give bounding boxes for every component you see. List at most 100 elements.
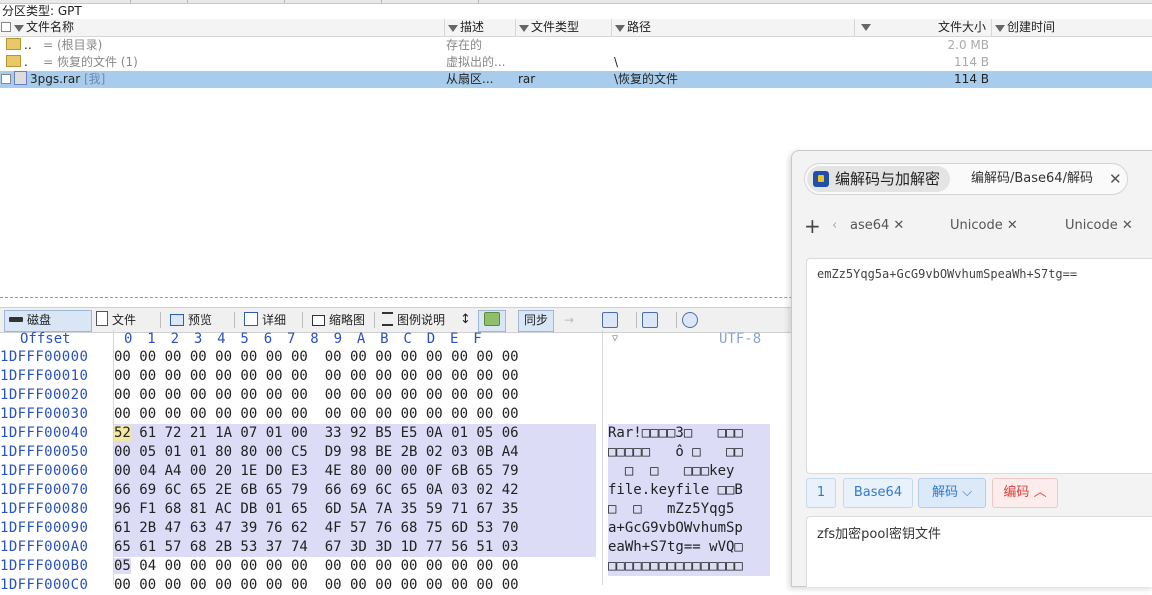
option-1-button[interactable]: 1 [806, 478, 836, 508]
panel-title: 编解码与加解密 [835, 170, 941, 188]
input-textarea[interactable]: emZz5Yqg5a+GcG9vbOWvhumSpeaWh+S7tg== [806, 258, 1152, 474]
file-name: . [24, 55, 28, 69]
row-checkbox[interactable] [1, 74, 11, 84]
hex-row[interactable]: 1DFFF00070 66 69 6C 65 2E 6B 65 79 66 69 … [0, 481, 800, 500]
hex-offset: 1DFFF00000 [0, 349, 89, 365]
col-header-size[interactable]: 文件大小 [855, 19, 992, 36]
decode-label: 解码 [931, 485, 958, 500]
cursor-byte[interactable]: 52 [114, 425, 131, 441]
toolbar-separator [374, 312, 375, 328]
filter-icon[interactable] [14, 25, 24, 32]
settings-grid-icon[interactable] [642, 312, 658, 328]
sort-arrows-icon[interactable]: ↕ [456, 310, 475, 330]
sub-tab-base64[interactable]: ase64 ✕ [850, 213, 904, 239]
detail-button[interactable]: 详细 [240, 310, 290, 330]
close-icon[interactable]: ✕ [893, 218, 904, 233]
close-icon[interactable]: ✕ [1007, 218, 1018, 233]
hex-row[interactable]: 1DFFF00050 00 05 01 01 80 80 00 C5 D9 98 … [0, 443, 800, 462]
hex-bytes[interactable]: 66 69 6C 65 2E 6B 65 79 66 69 6C 65 0A 0… [114, 481, 596, 500]
hex-bytes[interactable]: 65 61 57 68 2B 53 37 74 67 3D 3D 1D 77 5… [114, 538, 596, 557]
top-tab[interactable] [382, 0, 479, 3]
binoculars-icon[interactable] [602, 312, 618, 328]
decode-button[interactable]: 解码 ⌵ [918, 478, 986, 508]
close-icon[interactable]: ✕ [1122, 218, 1133, 233]
sync-icon-button[interactable] [478, 310, 506, 332]
base64-label: Base64 [853, 485, 903, 500]
hex-text[interactable]: Rar!□□□□3□ □□□ [608, 424, 770, 443]
col-header-desc[interactable]: 描述 [445, 19, 516, 36]
hex-row[interactable]: 1DFFF000A0 65 61 57 68 2B 53 37 74 67 3D … [0, 538, 800, 557]
tab-base64-decode[interactable]: 编解码/Base64/解码 [971, 164, 1093, 194]
chevron-left-icon[interactable]: ‹ [832, 213, 837, 239]
select-all-checkbox[interactable] [1, 22, 11, 32]
action-buttons: 1 Base64 解码 ⌵ 编码 ︿ [806, 478, 1152, 508]
hex-row[interactable]: 1DFFF00030 00 00 00 00 00 00 00 00 00 00 … [0, 405, 800, 424]
encode-button[interactable]: 编码 ︿ [992, 478, 1058, 508]
hex-bytes[interactable]: 00 04 A4 00 20 1E D0 E3 4E 80 00 00 0F 6… [114, 462, 596, 481]
hex-row[interactable]: 1DFFF00020 00 00 00 00 00 00 00 00 00 00 … [0, 386, 800, 405]
filter-icon[interactable] [995, 25, 1005, 32]
encoding-dropdown-icon[interactable]: ▽ [612, 330, 618, 348]
hex-bytes[interactable]: 00 05 01 01 80 80 00 C5 D9 98 BE 2B 02 0… [114, 443, 596, 462]
hex-bytes[interactable]: 52 61 72 21 1A 07 01 00 33 92 B5 E5 0A 0… [114, 424, 596, 443]
sub-tab-unicode-2[interactable]: Unicode ✕ [1065, 213, 1133, 239]
forward-arrow-icon[interactable]: → [560, 310, 578, 330]
top-tab[interactable] [131, 0, 188, 3]
sync-button[interactable]: 同步 [518, 310, 554, 332]
hex-row[interactable]: 1DFFF00010 00 00 00 00 00 00 00 00 00 00 … [0, 367, 800, 386]
hex-bytes[interactable]: 61 2B 47 63 47 39 76 62 4F 57 76 68 75 6… [114, 519, 596, 538]
file-size: 2.0 MB [947, 38, 989, 52]
target-icon[interactable] [682, 312, 698, 328]
hex-text[interactable]: □□□□□ ô □ □□ [608, 443, 770, 462]
top-tab[interactable] [285, 0, 382, 3]
file-view-button[interactable]: 文件 [92, 310, 140, 330]
legend-button[interactable]: 图例说明 [378, 310, 449, 330]
filter-icon[interactable] [448, 25, 458, 32]
table-row-selected[interactable]: 3pgs.rar [我] 从扇区... rar \恢复的文件 114 B [0, 71, 1152, 88]
hex-bytes[interactable]: 00 00 00 00 00 00 00 00 00 00 00 00 00 0… [114, 367, 596, 386]
filter-icon[interactable] [861, 24, 871, 31]
hex-bytes[interactable]: 00 00 00 00 00 00 00 00 00 00 00 00 00 0… [114, 576, 596, 595]
hex-text[interactable]: □ □ □□□key [608, 462, 770, 481]
sub-tab-label: Unicode [1065, 218, 1118, 233]
tab-codec-crypto[interactable]: 编解码与加解密 [807, 166, 951, 192]
hex-row[interactable]: 1DFFF00000 00 00 00 00 00 00 00 00 00 00 … [0, 348, 800, 367]
hex-row[interactable]: 1DFFF00090 61 2B 47 63 47 39 76 62 4F 57 … [0, 519, 800, 538]
hex-text[interactable]: file.keyfile □□B [608, 481, 770, 500]
encoding-label[interactable]: UTF-8 [719, 330, 761, 348]
col-header-type[interactable]: 文件类型 [516, 19, 612, 36]
hex-bytes[interactable]: 00 00 00 00 00 00 00 00 00 00 00 00 00 0… [114, 386, 596, 405]
hex-row[interactable]: 1DFFF000C0 00 00 00 00 00 00 00 00 00 00 … [0, 576, 800, 595]
col-header-created[interactable]: 创建时间 [992, 19, 1152, 36]
hex-bytes[interactable]: 00 00 00 00 00 00 00 00 00 00 00 00 00 0… [114, 348, 596, 367]
hex-bytes[interactable]: 05 04 00 00 00 00 00 00 00 00 00 00 00 0… [114, 557, 596, 576]
table-row[interactable]: . = 恢复的文件 (1) 虚拟出的... \ 114 B [0, 54, 1152, 71]
hex-bytes[interactable]: 96 F1 68 81 AC DB 01 65 6D 5A 7A 35 59 7… [114, 500, 596, 519]
base64-button[interactable]: Base64 [843, 478, 913, 508]
hex-text[interactable]: □□□□□□□□□□□□□□□□ [608, 557, 770, 576]
hex-row[interactable]: 1DFFF00060 00 04 A4 00 20 1E D0 E3 4E 80 … [0, 462, 800, 481]
hex-row[interactable]: 1DFFF00040 52 61 72 21 1A 07 01 00 33 92 … [0, 424, 800, 443]
thumbnail-button[interactable]: 缩略图 [308, 310, 369, 330]
detail-icon [244, 312, 258, 326]
disk-view-button[interactable]: 磁盘 [4, 310, 92, 332]
table-row[interactable]: .. = (根目录) 存在的 2.0 MB [0, 37, 1152, 54]
filter-icon[interactable] [615, 25, 625, 32]
sub-tab-unicode[interactable]: Unicode ✕ [950, 213, 1018, 239]
hex-row[interactable]: 1DFFF00080 96 F1 68 81 AC DB 01 65 6D 5A … [0, 500, 800, 519]
add-tab-icon[interactable]: + [804, 213, 821, 239]
selected-byte[interactable]: 05 [114, 558, 131, 574]
hex-bytes[interactable]: 00 00 00 00 00 00 00 00 00 00 00 00 00 0… [114, 405, 596, 424]
hex-text[interactable]: a+GcG9vbOWvhumSp [608, 519, 770, 538]
folder-icon [6, 38, 21, 50]
col-header-name[interactable]: 文件名称 [0, 19, 445, 36]
hex-row[interactable]: 1DFFF000B0 05 04 00 00 00 00 00 00 00 00 … [0, 557, 800, 576]
output-textarea[interactable]: zfs加密pool密钥文件 [806, 516, 1152, 587]
top-tab[interactable] [188, 0, 285, 3]
close-icon[interactable]: ✕ [1109, 164, 1122, 194]
preview-button[interactable]: 预览 [166, 310, 216, 330]
hex-text[interactable]: □ □ mZz5Yqg5 [608, 500, 770, 519]
col-header-path[interactable]: 路径 [612, 19, 855, 36]
filter-icon[interactable] [519, 25, 529, 32]
hex-text[interactable]: eaWh+S7tg== wVQ□ [608, 538, 770, 557]
